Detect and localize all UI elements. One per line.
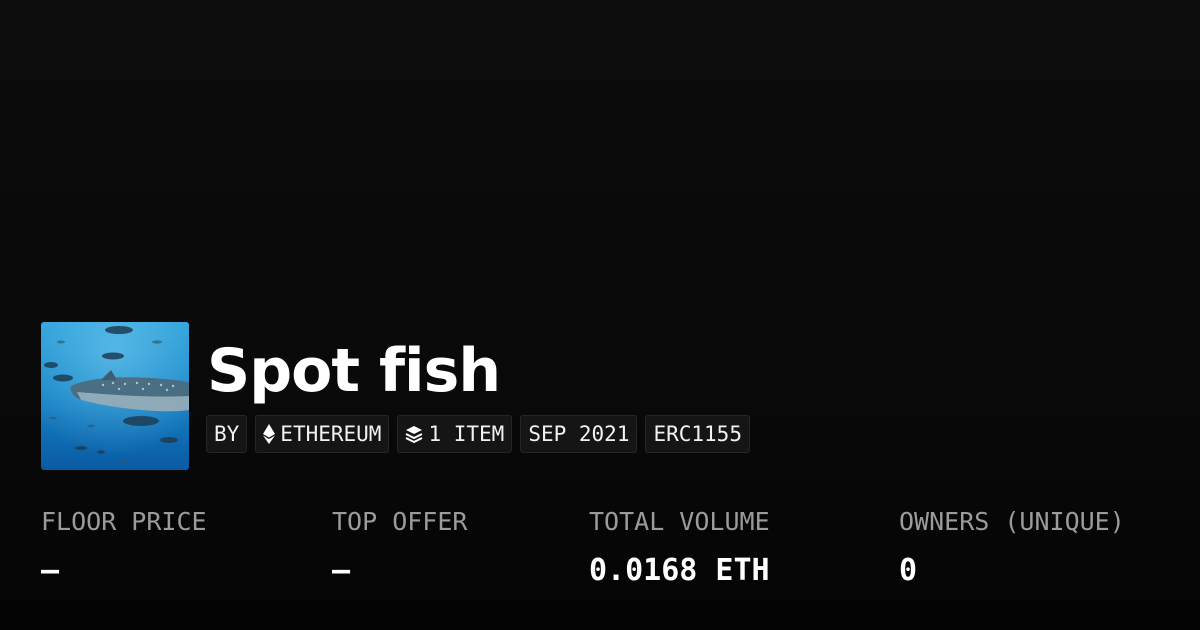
owners-value: 0 <box>899 553 918 588</box>
standard-label: ERC1155 <box>653 422 742 446</box>
total-volume-label: TOTAL VOLUME <box>589 507 770 536</box>
floor-price-label: FLOOR PRICE <box>41 507 207 536</box>
whale-shark-image <box>41 322 189 470</box>
date-badge: SEP 2021 <box>520 415 638 453</box>
owners-label: OWNERS (UNIQUE) <box>899 507 1125 536</box>
creator-badge[interactable]: BY <box>206 415 248 453</box>
collection-title: Spot fish <box>207 336 501 406</box>
creator-label: BY <box>214 422 240 446</box>
collection-avatar <box>41 322 189 470</box>
chain-badge[interactable]: ETHEREUM <box>255 415 390 453</box>
items-label: 1 ITEM <box>428 422 505 446</box>
collection-badges: BY ETHEREUM 1 ITEM SEP 2021 ERC1155 <box>206 415 750 453</box>
stat-total-volume: TOTAL VOLUME 0.0168 ETH <box>589 505 770 588</box>
stat-owners: OWNERS (UNIQUE) 0 <box>899 505 1125 588</box>
top-offer-label: TOP OFFER <box>332 507 468 536</box>
stat-top-offer: TOP OFFER – <box>332 505 467 588</box>
total-volume-value: 0.0168 ETH <box>589 553 770 588</box>
date-label: SEP 2021 <box>528 422 630 446</box>
ethereum-icon <box>263 424 276 444</box>
layers-icon <box>405 425 423 443</box>
standard-badge: ERC1155 <box>645 415 750 453</box>
top-offer-value: – <box>332 553 351 588</box>
items-badge[interactable]: 1 ITEM <box>397 415 513 453</box>
chain-label: ETHEREUM <box>280 422 382 446</box>
stat-floor-price: FLOOR PRICE – <box>41 505 207 588</box>
floor-price-value: – <box>41 553 60 588</box>
